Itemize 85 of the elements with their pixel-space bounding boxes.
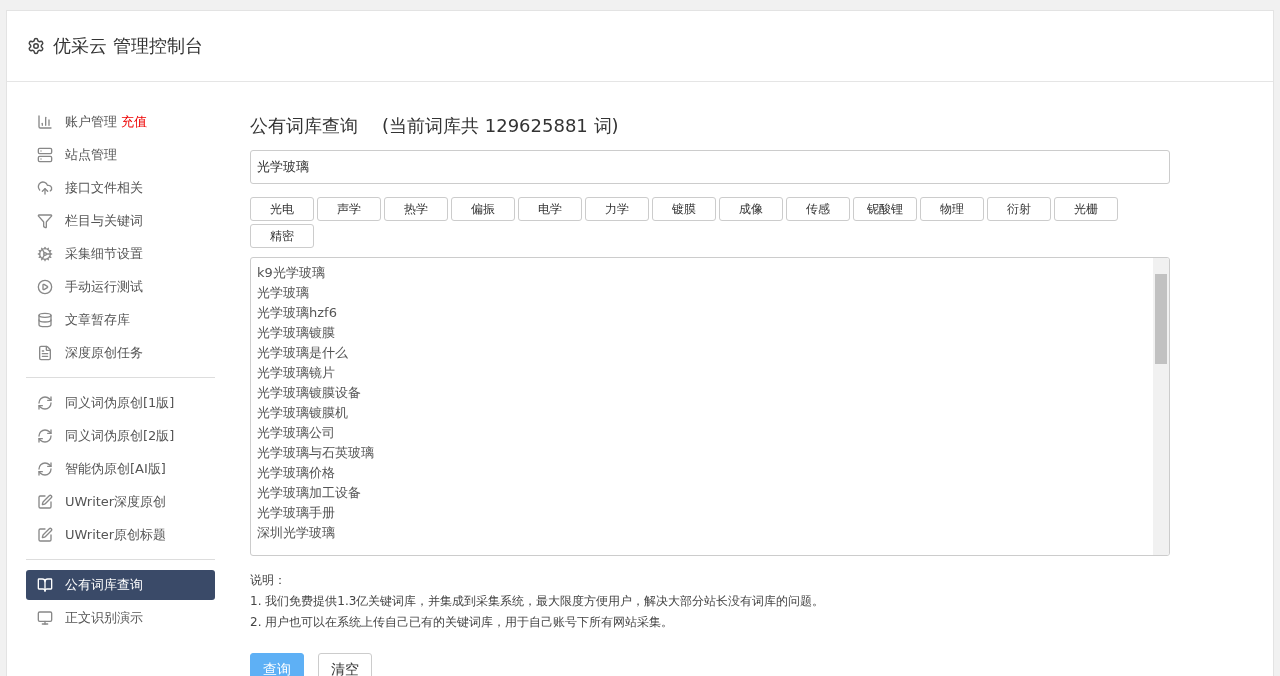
sidebar-item[interactable]: 文章暂存库 (26, 305, 215, 335)
sidebar-item[interactable]: 智能伪原创[AI版] (26, 454, 215, 484)
keyword-tag[interactable]: 热学 (384, 197, 448, 221)
result-line: 光学玻璃与石英玻璃 (257, 444, 375, 462)
word-count: (当前词库共 129625881 词) (382, 114, 619, 138)
result-line: 光学玻璃镀膜机 (257, 404, 349, 422)
sidebar-item[interactable]: 接口文件相关 (26, 173, 215, 203)
sidebar-item[interactable]: 深度原创任务 (26, 338, 215, 368)
sidebar-item[interactable]: 同义词伪原创[1版] (26, 388, 215, 418)
notes-heading: 说明： (250, 572, 287, 589)
sidebar-item-label: 接口文件相关 (65, 179, 143, 197)
keyword-tag[interactable]: 声学 (317, 197, 381, 221)
monitor-icon (37, 610, 53, 626)
result-line: 光学玻璃镀膜设备 (257, 384, 362, 402)
refresh-icon (37, 461, 53, 477)
search-field[interactable]: 光学玻璃 (250, 150, 1170, 184)
recharge-link[interactable]: 充值 (121, 113, 147, 131)
result-line: 光学玻璃是什么 (257, 344, 349, 362)
sidebar-item-label: UWriter深度原创 (65, 493, 167, 511)
sidebar-item[interactable]: 手动运行测试 (26, 272, 215, 302)
result-line: 深圳光学玻璃 (257, 524, 336, 542)
keyword-tag[interactable]: 力学 (585, 197, 649, 221)
result-line: 光学玻璃 (257, 284, 310, 302)
keyword-tag[interactable]: 镀膜 (652, 197, 716, 221)
result-line: 光学玻璃hzf6 (257, 304, 338, 322)
sidebar-item-label: 文章暂存库 (65, 311, 130, 329)
sidebar-item-label: 深度原创任务 (65, 344, 143, 362)
refresh-icon (37, 428, 53, 444)
sidebar-item[interactable]: 栏目与关键词 (26, 206, 215, 236)
keyword-tag[interactable]: 光栅 (1054, 197, 1118, 221)
play-icon (37, 279, 53, 295)
filter-icon (37, 213, 53, 229)
cloud-upload-icon (37, 180, 53, 196)
server-icon (37, 147, 53, 163)
keyword-tag[interactable]: 成像 (719, 197, 783, 221)
sidebar-item[interactable]: 采集细节设置 (26, 239, 215, 269)
clear-button[interactable]: 清空 (318, 653, 372, 676)
edit-icon (37, 527, 53, 543)
keyword-tag[interactable]: 电学 (518, 197, 582, 221)
note-text: 2. 用户也可以在系统上传自己已有的关键词库，用于自己账号下所有网站采集。 (250, 614, 675, 631)
sidebar-item-label: 正文识别演示 (65, 609, 143, 627)
sidebar-item[interactable]: 公有词库查询 (26, 570, 215, 600)
sidebar-item-label: UWriter原创标题 (65, 526, 167, 544)
book-icon (37, 577, 53, 593)
keyword-tag[interactable]: 偏振 (451, 197, 515, 221)
bar-chart-icon (37, 114, 53, 130)
sidebar-item-label: 手动运行测试 (65, 278, 143, 296)
results-box[interactable]: k9光学玻璃 光学玻璃 光学玻璃hzf6 光学玻璃镀膜 光学玻璃是什么 光学玻璃镜片 光学玻璃镀膜设备 光学玻璃镀膜机 光学玻璃公司 光学玻璃与石英玻璃 光学玻璃价格 光学玻璃加工设备 光学玻璃手册 深圳光学玻璃 (250, 257, 1170, 556)
refresh-icon (37, 395, 53, 411)
keyword-tag[interactable]: 光电 (250, 197, 314, 221)
keyword-tag[interactable]: 铌酸锂 (853, 197, 917, 221)
sidebar-item[interactable]: 账户管理 充值 (26, 107, 215, 137)
sidebar-item[interactable]: 正文识别演示 (26, 603, 215, 633)
database-icon (37, 312, 53, 328)
keyword-tag[interactable]: 精密 (250, 224, 314, 248)
sidebar-item[interactable]: 站点管理 (26, 140, 215, 170)
settings-icon (27, 37, 45, 55)
sidebar-item-label: 账户管理 (65, 113, 117, 131)
sidebar-item[interactable]: 同义词伪原创[2版] (26, 421, 215, 451)
note-text: 1. 我们免费提供1.3亿关键词库，并集成到采集系统，最大限度方便用户，解决大部分站长没有词库的问题。 (250, 593, 826, 610)
result-line: 光学玻璃加工设备 (257, 484, 362, 502)
page-title: 公有词库查询 (250, 114, 358, 138)
sidebar-item-label: 栏目与关键词 (65, 212, 143, 230)
keyword-tag[interactable]: 物理 (920, 197, 984, 221)
result-line: 光学玻璃镀膜 (257, 324, 336, 342)
result-line: 光学玻璃手册 (257, 504, 336, 522)
result-line: 光学玻璃镜片 (257, 364, 336, 382)
sidebar-item-label: 同义词伪原创[1版] (65, 394, 175, 412)
sidebar-item[interactable]: UWriter原创标题 (26, 520, 215, 550)
sidebar-item-label: 采集细节设置 (65, 245, 143, 263)
scrollbar[interactable] (1153, 258, 1169, 555)
result-line: 光学玻璃价格 (257, 464, 336, 482)
gear-icon (37, 246, 53, 262)
document-icon (37, 345, 53, 361)
result-line: 光学玻璃公司 (257, 424, 336, 442)
sidebar-item-label: 站点管理 (65, 146, 117, 164)
console-title: 优采云 管理控制台 (53, 34, 203, 58)
keyword-tag[interactable]: 衍射 (987, 197, 1051, 221)
sidebar-item[interactable]: UWriter深度原创 (26, 487, 215, 517)
edit-icon (37, 494, 53, 510)
sidebar-item-label: 智能伪原创[AI版] (65, 460, 166, 478)
sidebar-item-label: 同义词伪原创[2版] (65, 427, 175, 445)
result-line: k9光学玻璃 (257, 264, 326, 282)
sidebar-item-label: 公有词库查询 (65, 576, 143, 594)
keyword-tag[interactable]: 传感 (786, 197, 850, 221)
